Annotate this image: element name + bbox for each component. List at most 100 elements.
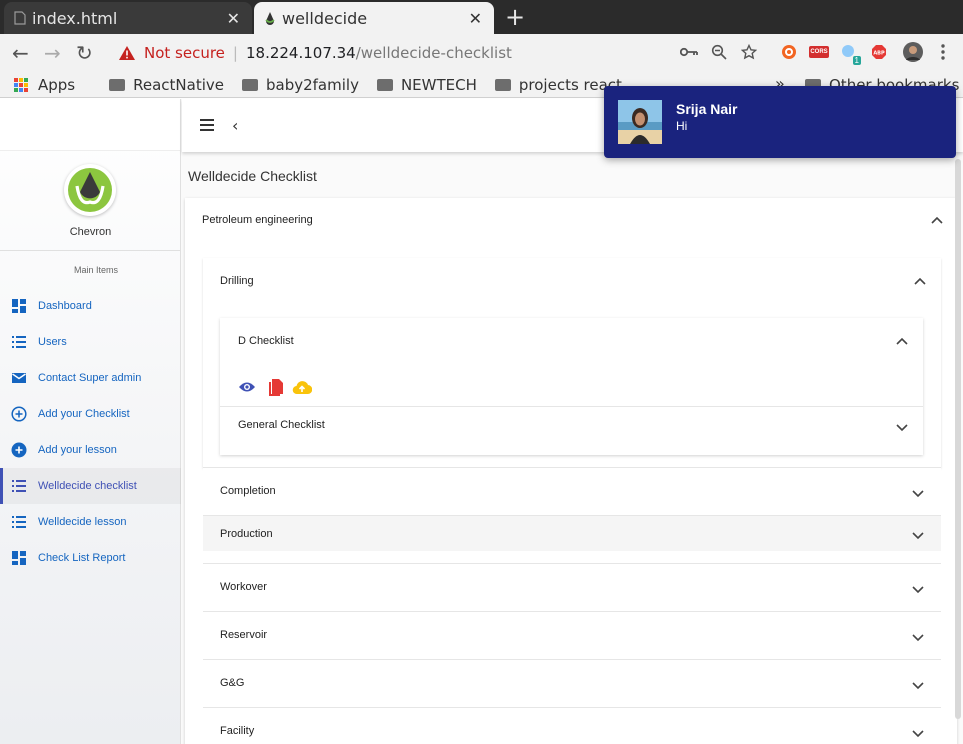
chevron-down-icon[interactable] [896, 424, 908, 432]
chevron-up-icon[interactable] [931, 216, 943, 224]
not-secure-label: Not secure [144, 44, 225, 62]
sidebar-divider [0, 250, 181, 251]
back-button[interactable]: ← [12, 41, 29, 65]
sidebar-item-label: Check List Report [38, 552, 126, 564]
category-title[interactable]: Petroleum engineering [202, 214, 313, 226]
accordion-production[interactable]: Production [203, 515, 941, 551]
sidebar-item-contact-super-admin[interactable]: Contact Super admin [0, 360, 181, 396]
tab-index-html[interactable]: index.html ✕ [4, 2, 252, 34]
page-title: Welldecide Checklist [188, 168, 317, 184]
checklist-divider [220, 406, 923, 407]
dashboard-icon [12, 299, 26, 313]
close-icon[interactable]: ✕ [227, 9, 240, 28]
accordion-label: Completion [220, 485, 276, 497]
url-separator: | [232, 44, 238, 62]
welldecide-favicon-icon [265, 12, 275, 25]
accordion-label: Production [220, 528, 273, 540]
zoom-out-icon[interactable] [709, 42, 729, 62]
tab-welldecide[interactable]: welldecide ✕ [254, 2, 494, 34]
kebab-menu-icon[interactable] [933, 42, 953, 62]
mail-icon [12, 373, 26, 383]
chevron-down-icon[interactable] [912, 730, 924, 738]
url-host: 18.224.107.34 [245, 44, 356, 62]
svg-text:ABP: ABP [873, 51, 885, 57]
sidebar-item-welldecide-lesson[interactable]: Welldecide lesson [0, 504, 181, 540]
star-icon[interactable] [739, 42, 759, 62]
accordion-workover[interactable]: Workover [203, 563, 941, 611]
browser-tab-bar: index.html ✕ welldecide ✕ + [0, 0, 963, 34]
sidebar-item-add-lesson[interactable]: Add your lesson [0, 432, 181, 468]
tab-title: index.html [32, 8, 118, 28]
sidebar-item-welldecide-checklist[interactable]: Welldecide checklist [0, 468, 181, 504]
folder-icon [109, 78, 126, 91]
sidebar-item-users[interactable]: Users [0, 324, 181, 360]
chevron-down-icon[interactable] [912, 586, 924, 594]
address-bar[interactable]: Not secure | 18.224.107.34 /welldecide-c… [108, 39, 628, 67]
toolbar-icons: CORS 1 ABP [679, 42, 953, 65]
sidebar-item-label: Welldecide checklist [38, 480, 137, 492]
accordion-label: Reservoir [220, 629, 268, 641]
list-icon [12, 480, 26, 492]
cors-extension-icon[interactable]: CORS [809, 42, 829, 62]
chevron-down-icon[interactable] [912, 682, 924, 690]
extension-badge: 1 [852, 56, 861, 65]
page-scrollbar[interactable] [955, 159, 961, 719]
key-icon[interactable] [679, 42, 699, 62]
sidebar-top [0, 99, 180, 151]
accordion-facility[interactable]: Facility [203, 707, 941, 744]
forward-button[interactable]: → [44, 41, 61, 65]
checklist-card: D Checklist General Checklist [220, 318, 923, 455]
app-page: Chevron Main Items Dashboard Users Conta… [0, 99, 963, 744]
accordion-label: Workover [220, 581, 267, 593]
pdf-icon[interactable] [268, 378, 284, 396]
org-name: Chevron [69, 226, 112, 238]
bookmark-folder-baby2family[interactable]: baby2family [242, 76, 359, 94]
sidebar-item-label: Add your Checklist [38, 408, 130, 420]
checklist-title[interactable]: D Checklist [238, 335, 294, 347]
extension-orange-icon[interactable] [779, 42, 799, 62]
chevron-up-icon[interactable] [896, 337, 908, 345]
bookmark-folder-newtech[interactable]: NEWTECH [376, 76, 477, 94]
add-circle-icon [11, 442, 27, 458]
profile-avatar[interactable] [903, 42, 923, 62]
notification-avatar [618, 100, 662, 144]
chevron-left-icon[interactable]: ‹ [232, 116, 238, 135]
accordion-completion[interactable]: Completion [203, 467, 941, 515]
chevron-up-icon[interactable] [914, 277, 926, 285]
browser-toolbar: ← → ↻ Not secure | 18.224.107.34 /wellde… [0, 34, 963, 72]
cloud-upload-icon[interactable] [292, 379, 312, 395]
sidebar-item-check-list-report[interactable]: Check List Report [0, 540, 181, 576]
reload-button[interactable]: ↻ [76, 41, 93, 65]
close-icon[interactable]: ✕ [469, 9, 482, 28]
extension-globe-icon[interactable]: 1 [839, 42, 861, 65]
sidebar-item-dashboard[interactable]: Dashboard [0, 288, 181, 324]
chevron-down-icon[interactable] [912, 634, 924, 642]
accordion-label: G&G [220, 677, 245, 689]
sidebar-item-label: Dashboard [38, 300, 92, 312]
sidebar: Chevron Main Items Dashboard Users Conta… [0, 99, 181, 744]
add-circle-outline-icon [11, 406, 27, 422]
folder-icon [376, 78, 393, 91]
chevron-down-icon[interactable] [912, 490, 924, 498]
bookmark-folder-reactnative[interactable]: ReactNative [109, 76, 224, 94]
accordion-reservoir[interactable]: Reservoir [203, 611, 941, 659]
notification-message: Hi [676, 119, 688, 133]
chat-notification[interactable]: Srija Nair Hi [604, 86, 956, 158]
sidebar-item-add-checklist[interactable]: Add your Checklist [0, 396, 181, 432]
org-logo [64, 164, 116, 216]
menu-icon[interactable] [200, 119, 214, 131]
section-title: Main Items [73, 265, 118, 275]
sidebar-item-label: Users [38, 336, 67, 348]
adblock-icon[interactable]: ABP [869, 42, 889, 62]
new-tab-button[interactable]: + [505, 3, 525, 31]
accordion-g-and-g[interactable]: G&G [203, 659, 941, 707]
checklist-title[interactable]: General Checklist [238, 419, 325, 431]
welldecide-logo-icon [68, 168, 112, 212]
bookmark-apps[interactable]: Apps [14, 76, 75, 94]
tab-title: welldecide [282, 8, 368, 28]
apps-grid-icon [14, 77, 28, 92]
dashboard-icon [12, 551, 26, 565]
subcategory-title[interactable]: Drilling [220, 275, 254, 287]
view-icon[interactable] [238, 381, 256, 393]
chevron-down-icon[interactable] [912, 532, 924, 540]
